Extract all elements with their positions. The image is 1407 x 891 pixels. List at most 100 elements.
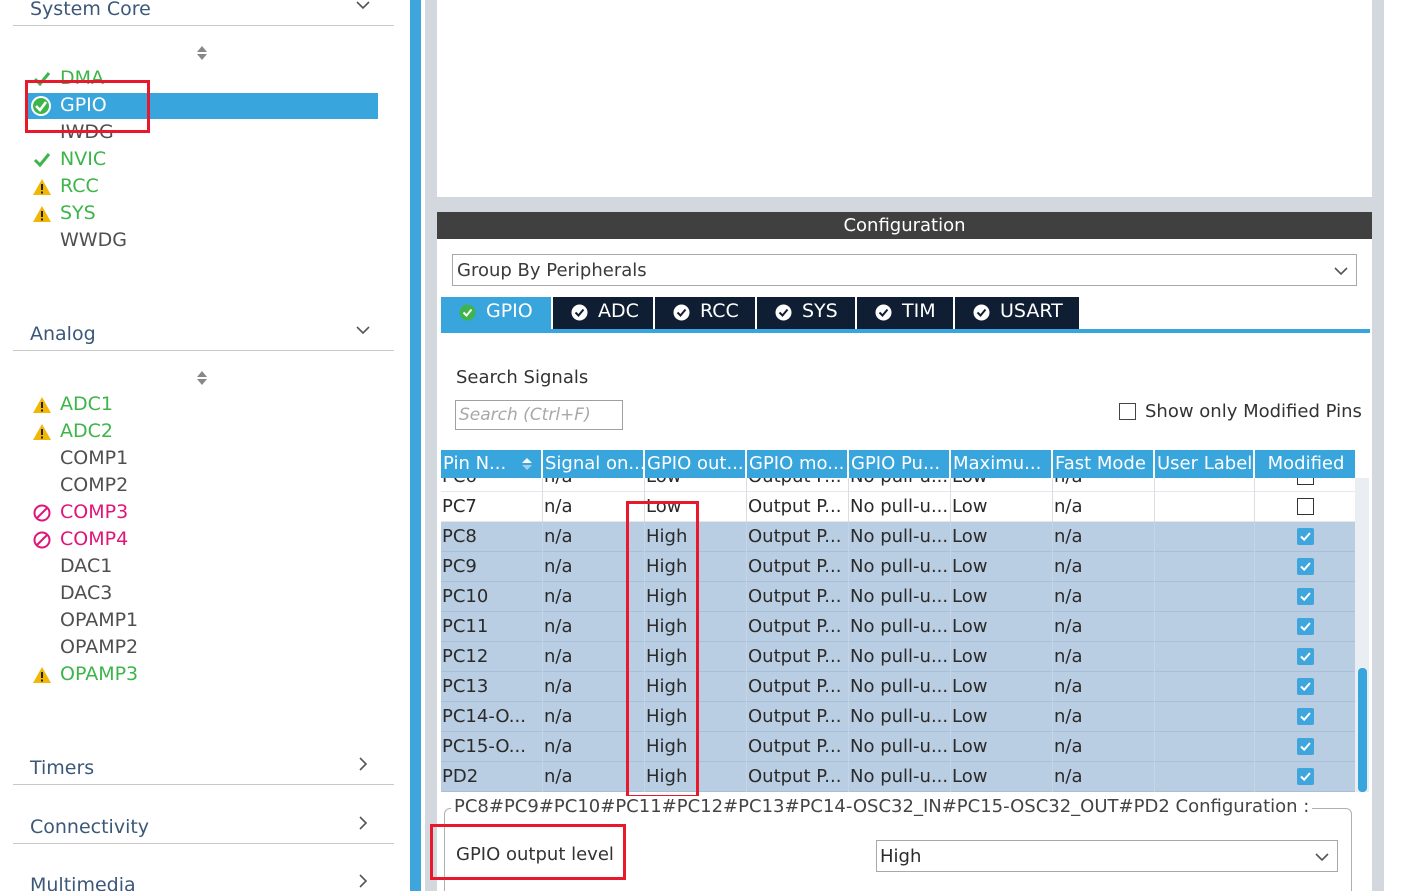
column-header[interactable]: Maximu...: [951, 450, 1053, 478]
column-header[interactable]: GPIO out...: [645, 450, 747, 478]
search-signals-input[interactable]: [455, 400, 623, 430]
category-analog[interactable]: Analog: [13, 317, 394, 351]
modified-checkbox[interactable]: [1297, 478, 1314, 485]
tab-rcc[interactable]: RCC: [655, 297, 755, 329]
modified-checkbox[interactable]: [1297, 498, 1314, 515]
table-scrollbar[interactable]: [1355, 478, 1369, 792]
table-cell-label: [1155, 552, 1255, 582]
category-connectivity[interactable]: Connectivity: [13, 810, 394, 844]
sidebar-item-comp3[interactable]: COMP3: [26, 500, 378, 526]
sidebar-item-comp2[interactable]: COMP2: [26, 473, 378, 499]
table-cell-fast: n/a: [1053, 762, 1155, 792]
chevron-right-icon: [359, 757, 368, 771]
sort-icon[interactable]: [196, 369, 208, 387]
table-cell-fast: n/a: [1053, 582, 1155, 612]
table-cell-pull: No pull-u...: [849, 672, 951, 702]
gpio-output-level-value: High: [880, 846, 922, 867]
table-cell-fast: n/a: [1053, 478, 1155, 492]
category-multimedia[interactable]: Multimedia: [13, 868, 394, 891]
show-modified-checkbox[interactable]: [1119, 403, 1136, 420]
table-row[interactable]: PC10 n/a High Output P... No pull-u... Low n/a: [441, 582, 1355, 612]
category-timers[interactable]: Timers: [13, 751, 394, 785]
sidebar-item-opamp1[interactable]: OPAMP1: [26, 608, 378, 634]
column-header[interactable]: GPIO Pu...: [849, 450, 951, 478]
modified-checkbox-checked[interactable]: [1297, 528, 1314, 545]
frame-border-left: [425, 0, 437, 891]
table-cell-max: Low: [951, 672, 1053, 702]
category-system-core[interactable]: System Core: [13, 0, 394, 26]
sidebar-item-opamp3[interactable]: OPAMP3: [26, 662, 378, 688]
warning-icon: [32, 204, 52, 224]
scrollbar-thumb[interactable]: [1358, 668, 1367, 792]
column-header[interactable]: Modified: [1255, 450, 1355, 478]
pin-table-body: PC6n/aLowOutput P...No pull-u...Lown/aPC…: [441, 478, 1355, 792]
table-cell-pull: No pull-u...: [849, 762, 951, 792]
modified-checkbox-checked[interactable]: [1297, 588, 1314, 605]
sidebar-item-dac3[interactable]: DAC3: [26, 581, 378, 607]
table-cell-label: [1155, 492, 1255, 522]
sidebar-item-label: OPAMP1: [60, 609, 139, 631]
table-cell-fast: n/a: [1053, 492, 1155, 522]
modified-checkbox-checked[interactable]: [1297, 768, 1314, 785]
sidebar-item-comp1[interactable]: COMP1: [26, 446, 378, 472]
modified-checkbox-checked[interactable]: [1297, 738, 1314, 755]
table-cell-max: Low: [951, 492, 1053, 522]
table-cell-fast: n/a: [1053, 732, 1155, 762]
modified-checkbox-checked[interactable]: [1297, 678, 1314, 695]
annotation-highlight-output-column: [626, 501, 699, 798]
modified-checkbox-checked[interactable]: [1297, 648, 1314, 665]
table-cell-label: [1155, 762, 1255, 792]
table-row[interactable]: PC14-O... n/a High Output P... No pull-u... L…: [441, 702, 1355, 732]
table-row[interactable]: PC7 n/a Low Output P... No pull-u... Low n/a: [441, 492, 1355, 522]
table-cell-max: Low: [951, 642, 1053, 672]
column-header[interactable]: GPIO mo...: [747, 450, 849, 478]
table-row[interactable]: PD2 n/a High Output P... No pull-u... Low n/a: [441, 762, 1355, 792]
tab-usart[interactable]: USART: [955, 297, 1079, 329]
sidebar-item-adc2[interactable]: ADC2: [26, 419, 378, 445]
sidebar-item-nvic[interactable]: NVIC: [26, 147, 378, 173]
sidebar-item-wwdg[interactable]: WWDG: [26, 228, 378, 254]
tab-sys[interactable]: SYS: [757, 297, 855, 329]
sidebar-item-opamp2[interactable]: OPAMP2: [26, 635, 378, 661]
table-row[interactable]: PC15-O... n/a High Output P... No pull-u... L…: [441, 732, 1355, 762]
table-row[interactable]: PC12 n/a High Output P... No pull-u... Low n/a: [441, 642, 1355, 672]
tab-gpio[interactable]: GPIO: [441, 297, 551, 329]
splitter-bar[interactable]: [410, 0, 421, 891]
sidebar-item-label: RCC: [60, 175, 99, 197]
table-cell-pin: PC13: [441, 672, 543, 702]
group-by-select[interactable]: Group By Peripherals: [452, 254, 1357, 286]
column-header[interactable]: Fast Mode: [1053, 450, 1155, 478]
sidebar-item-label: WWDG: [60, 229, 127, 251]
column-header[interactable]: Signal on...: [543, 450, 645, 478]
tab-tim[interactable]: TIM: [857, 297, 953, 329]
check-circle-icon: [459, 304, 476, 321]
sidebar-item-rcc[interactable]: RCC: [26, 174, 378, 200]
sidebar-item-comp4[interactable]: COMP4: [26, 527, 378, 553]
sidebar-item-dac1[interactable]: DAC1: [26, 554, 378, 580]
table-cell-pull: No pull-u...: [849, 642, 951, 672]
sidebar-item-adc1[interactable]: ADC1: [26, 392, 378, 418]
table-row[interactable]: PC8 n/a High Output P... No pull-u... Low n/a: [441, 522, 1355, 552]
category-label: Multimedia: [30, 874, 136, 891]
sort-icon[interactable]: [196, 44, 208, 62]
panel-separator: [437, 198, 1372, 212]
table-cell-label: [1155, 612, 1255, 642]
sidebar-item-label: COMP1: [60, 447, 129, 469]
tab-label: GPIO: [486, 300, 533, 322]
table-row[interactable]: PC9 n/a High Output P... No pull-u... Low n/a: [441, 552, 1355, 582]
sidebar-item-sys[interactable]: SYS: [26, 201, 378, 227]
sidebar-item-label: OPAMP3: [60, 663, 139, 685]
table-row[interactable]: PC6n/aLowOutput P...No pull-u...Lown/a: [441, 478, 1355, 492]
table-row[interactable]: PC13 n/a High Output P... No pull-u... Low n/a: [441, 672, 1355, 702]
table-row[interactable]: PC11 n/a High Output P... No pull-u... Low n/a: [441, 612, 1355, 642]
gpio-output-level-select[interactable]: High: [876, 840, 1338, 872]
warning-icon: [32, 177, 52, 197]
modified-checkbox-checked[interactable]: [1297, 708, 1314, 725]
tab-adc[interactable]: ADC: [553, 297, 653, 329]
check-circle-icon: [973, 304, 990, 321]
table-cell-mode: Output P...: [747, 642, 849, 672]
table-cell-pull: No pull-u...: [849, 522, 951, 552]
modified-checkbox-checked[interactable]: [1297, 558, 1314, 575]
modified-checkbox-checked[interactable]: [1297, 618, 1314, 635]
column-header[interactable]: User Label: [1155, 450, 1255, 478]
